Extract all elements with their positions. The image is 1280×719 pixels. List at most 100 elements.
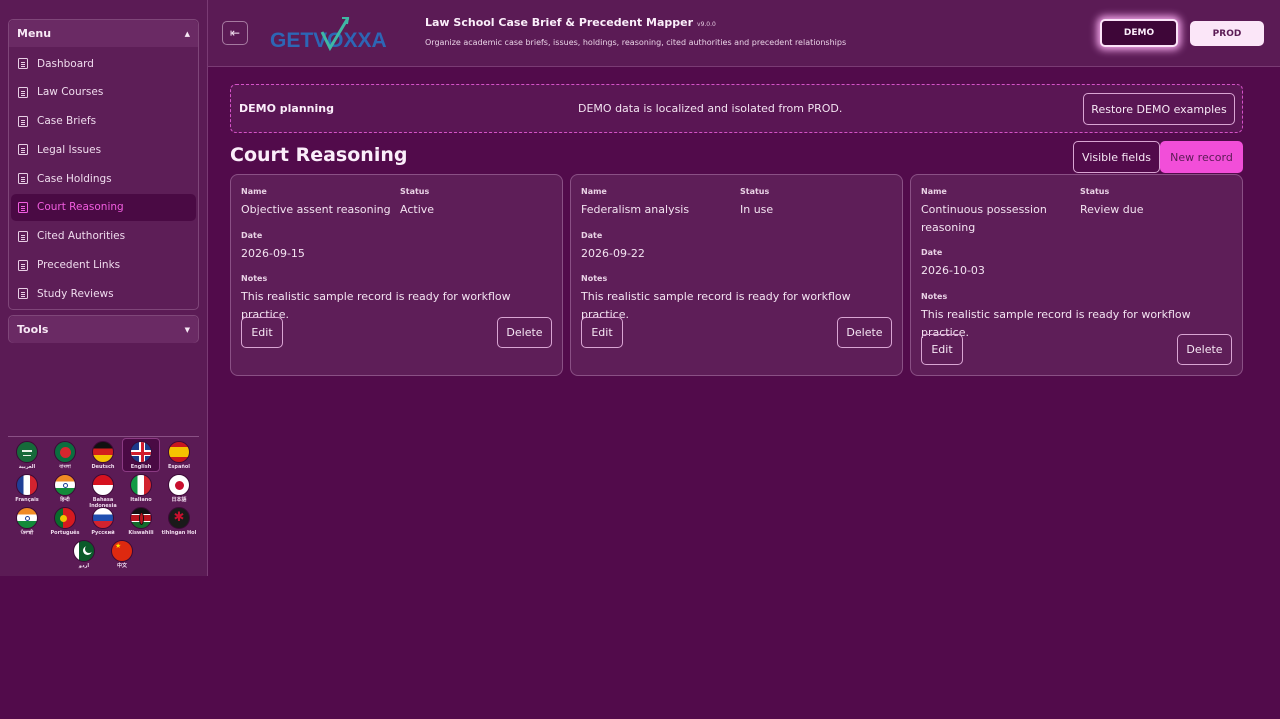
record-status: Review due	[1080, 203, 1144, 216]
sidebar-item-case-briefs[interactable]: Case Briefs	[11, 108, 196, 135]
spain-flag-icon	[168, 441, 190, 463]
france-flag-icon	[16, 474, 38, 496]
lang-portuguese[interactable]: Português	[46, 507, 84, 536]
klingon-emblem-icon: ✱	[168, 507, 190, 529]
menu-list: Dashboard Law Courses Case Briefs Legal …	[9, 47, 198, 307]
logo-text: GETVOXXA	[270, 29, 387, 52]
field-label-status: Status	[1080, 187, 1110, 196]
delete-button[interactable]: Delete	[1177, 334, 1232, 365]
edit-button[interactable]: Edit	[921, 334, 963, 365]
sidebar-item-case-holdings[interactable]: Case Holdings	[11, 165, 196, 192]
sidebar-item-label: Case Holdings	[37, 172, 112, 185]
record-card: Name Status Objective assent reasoning A…	[230, 174, 563, 376]
sidebar-item-label: Dashboard	[37, 57, 94, 70]
language-label: Français	[15, 497, 39, 503]
japan-flag-icon	[168, 474, 190, 496]
document-icon	[18, 288, 28, 300]
collapse-menu-icon: ⇤	[229, 26, 241, 40]
document-icon	[18, 144, 28, 156]
sidebar-item-dashboard[interactable]: Dashboard	[11, 50, 196, 77]
sidebar-item-label: Precedent Links	[37, 259, 121, 272]
record-status: In use	[740, 203, 774, 216]
field-label-notes: Notes	[581, 274, 608, 283]
notice-message: DEMO data is localized and isolated from…	[578, 102, 843, 115]
indonesia-flag-icon	[92, 474, 114, 496]
language-label: English	[130, 464, 152, 470]
language-label: Kiswahili	[128, 530, 154, 536]
lang-spanish[interactable]: Español	[160, 441, 198, 470]
app-subtitle: Organize academic case briefs, issues, h…	[425, 38, 847, 47]
uk-flag-icon	[130, 441, 152, 463]
sidebar-item-label: Cited Authorities	[37, 230, 126, 243]
lang-italian[interactable]: Italiano	[122, 474, 160, 503]
italy-flag-icon	[130, 474, 152, 496]
sidebar-item-precedent-links[interactable]: Precedent Links	[11, 252, 196, 279]
sidebar: Menu ▲ Dashboard Law Courses Case Briefs…	[0, 0, 208, 576]
edit-button[interactable]: Edit	[241, 317, 283, 348]
menu-panel: Menu ▲ Dashboard Law Courses Case Briefs…	[8, 19, 199, 310]
kenya-flag-icon	[130, 507, 152, 529]
language-label: اردو	[78, 563, 90, 569]
app-title-text: Law School Case Brief & Precedent Mapper	[425, 16, 694, 29]
chevron-down-icon: ▼	[184, 325, 190, 334]
sidebar-item-cited-authorities[interactable]: Cited Authorities	[11, 223, 196, 250]
lang-english[interactable]: English	[122, 438, 160, 472]
lang-urdu[interactable]: اردو	[65, 540, 103, 569]
field-label-status: Status	[400, 187, 430, 196]
delete-button[interactable]: Delete	[837, 317, 892, 348]
restore-demo-button[interactable]: Restore DEMO examples	[1083, 93, 1235, 125]
record-date: 2026-10-03	[921, 264, 985, 277]
lang-japanese[interactable]: 日本語	[160, 474, 198, 503]
record-status: Active	[400, 203, 435, 216]
sidebar-item-court-reasoning[interactable]: Court Reasoning	[11, 193, 196, 221]
collapse-sidebar-button[interactable]: ⇤	[222, 21, 248, 45]
language-label: العربية	[18, 464, 36, 470]
field-label-date: Date	[241, 231, 263, 240]
lang-klingon[interactable]: ✱ tlhIngan Hol	[160, 507, 198, 536]
lang-french[interactable]: Français	[8, 474, 46, 503]
visible-fields-button[interactable]: Visible fields	[1073, 141, 1160, 173]
record-name: Objective assent reasoning	[241, 203, 391, 216]
sidebar-item-legal-issues[interactable]: Legal Issues	[11, 136, 196, 163]
menu-title: Menu	[17, 27, 52, 40]
pakistan-flag-icon	[73, 540, 95, 562]
field-label-status: Status	[740, 187, 770, 196]
record-date: 2026-09-22	[581, 247, 645, 260]
lang-indonesian[interactable]: Bahasa Indonesia	[84, 474, 122, 509]
new-record-button[interactable]: New record	[1160, 141, 1243, 173]
india-flag-icon	[54, 474, 76, 496]
lang-russian[interactable]: Русский	[84, 507, 122, 536]
lang-hindi[interactable]: हिन्दी	[46, 474, 84, 503]
getvoxxa-logo: GETVOXXA	[270, 17, 387, 52]
language-label: ਪੰਜਾਬੀ	[20, 530, 34, 536]
document-icon	[18, 58, 28, 69]
sidebar-item-label: Study Reviews	[37, 287, 114, 300]
field-label-notes: Notes	[921, 292, 948, 301]
sidebar-item-label: Court Reasoning	[37, 201, 124, 214]
divider	[8, 436, 199, 437]
bangladesh-flag-icon	[54, 441, 76, 463]
lang-swahili[interactable]: Kiswahili	[122, 507, 160, 536]
delete-button[interactable]: Delete	[497, 317, 552, 348]
env-demo-button[interactable]: DEMO	[1100, 19, 1178, 47]
tools-header[interactable]: Tools ▼	[9, 316, 198, 343]
sidebar-item-study-reviews[interactable]: Study Reviews	[11, 280, 196, 307]
menu-header[interactable]: Menu ▲	[9, 20, 198, 47]
field-label-name: Name	[921, 187, 947, 196]
chevron-up-icon: ▲	[184, 29, 190, 38]
lang-chinese[interactable]: ★ 中文	[103, 540, 141, 569]
env-prod-button[interactable]: PROD	[1190, 21, 1264, 46]
edit-button[interactable]: Edit	[581, 317, 623, 348]
language-label: Deutsch	[91, 464, 115, 470]
lang-bengali[interactable]: বাংলা	[46, 441, 84, 470]
record-date: 2026-09-15	[241, 247, 305, 260]
language-label: Русский	[91, 530, 115, 536]
sidebar-item-law-courses[interactable]: Law Courses	[11, 79, 196, 106]
tools-panel[interactable]: Tools ▼	[8, 315, 199, 343]
russia-flag-icon	[92, 507, 114, 529]
lang-german[interactable]: Deutsch	[84, 441, 122, 470]
document-icon	[18, 115, 28, 127]
lang-arabic[interactable]: العربية	[8, 441, 46, 470]
lang-punjabi[interactable]: ਪੰਜਾਬੀ	[8, 507, 46, 536]
language-label: हिन्दी	[60, 497, 70, 503]
